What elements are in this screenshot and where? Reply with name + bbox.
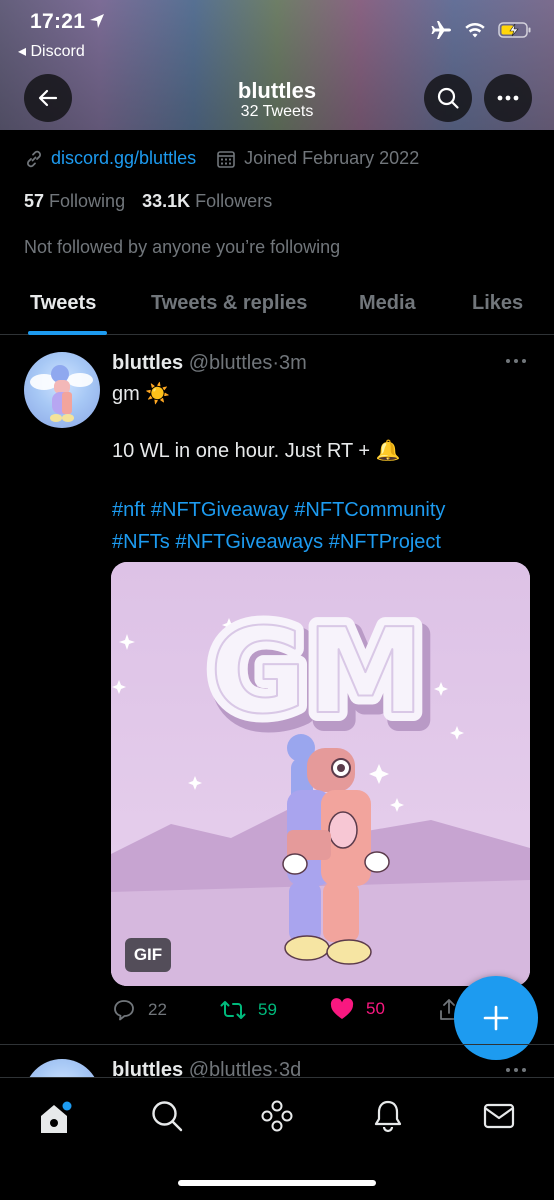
home-indicator[interactable]: [178, 1180, 376, 1186]
explore-search-icon[interactable]: [149, 1098, 185, 1134]
tweet-author-line: bluttles @bluttles·3m: [112, 352, 307, 375]
hashtags-line-1[interactable]: #nft #NFTGiveaway #NFTCommunity: [112, 494, 445, 526]
heart-filled-icon: [330, 998, 354, 1019]
battery-charging-icon: [498, 22, 531, 38]
tweet-2-preview[interactable]: bluttles @bluttles·3d: [0, 1045, 554, 1077]
back-to-discord-link[interactable]: ◂ Discord: [18, 41, 85, 61]
spaces-icon[interactable]: [259, 1098, 295, 1134]
retweet-button[interactable]: 59: [220, 998, 277, 1022]
home-icon[interactable]: [35, 1098, 75, 1138]
like-button[interactable]: 50: [330, 998, 385, 1020]
not-followed-notice: Not followed by anyone you’re following: [24, 237, 341, 257]
tweet-author-handle[interactable]: @bluttles: [189, 352, 273, 374]
gm-text-outline: GM: [210, 602, 424, 740]
notifications-bell-icon[interactable]: [370, 1098, 406, 1134]
reply-button[interactable]: 22: [112, 998, 167, 1022]
tab-media[interactable]: Media: [359, 292, 416, 315]
plus-icon: [483, 1005, 509, 1031]
more-horizontal-icon: [497, 95, 519, 101]
following-count: 57: [24, 191, 45, 211]
tweet-timestamp: 3m: [279, 352, 307, 374]
gif-badge: GIF: [125, 938, 171, 972]
location-arrow-icon: [90, 14, 104, 28]
profile-meta-row: discord.gg/bluttles Joined February 2022: [24, 148, 419, 169]
following-label: Following: [49, 191, 126, 211]
tweet-text-line-1: gm ☀️: [112, 383, 171, 405]
reply-icon: [114, 1000, 134, 1021]
messages-mail-icon[interactable]: [481, 1098, 517, 1134]
like-count: 50: [366, 999, 385, 1018]
profile-tabs: Tweets Tweets & replies Media Likes: [0, 278, 554, 335]
tweet-media-gif[interactable]: GM GM GM: [111, 562, 530, 986]
retweet-count: 59: [258, 1000, 277, 1019]
followers-link[interactable]: 33.1K Followers: [142, 191, 272, 211]
status-icons: [430, 20, 532, 40]
calendar-icon: [217, 150, 235, 168]
status-time: 17:21: [30, 10, 86, 33]
followers-count: 33.1K: [142, 191, 191, 211]
search-icon: [437, 87, 459, 109]
tweet-2-timestamp: 3d: [279, 1059, 302, 1077]
tweet-2-author-name[interactable]: bluttles: [112, 1059, 183, 1077]
retweet-icon: [220, 1001, 246, 1019]
avatar-character-icon: [30, 365, 93, 422]
profile-header: 17:21 ◂ Discord bluttles 32 Tweets: [0, 0, 554, 130]
tab-tweets-replies[interactable]: Tweets & replies: [151, 292, 307, 315]
link-icon: [27, 150, 41, 167]
tweet-author-name[interactable]: bluttles: [112, 352, 183, 374]
tweet-count: 32 Tweets: [240, 103, 314, 120]
follow-stats: 57 Following 33.1K Followers: [24, 191, 272, 212]
following-link[interactable]: 57 Following: [24, 191, 130, 211]
reply-count: 22: [148, 1000, 167, 1019]
joined-date: Joined February 2022: [244, 148, 420, 168]
followers-label: Followers: [195, 191, 273, 211]
wifi-icon: [465, 22, 485, 38]
tweet-2-avatar[interactable]: [24, 1059, 100, 1077]
tweet-author-avatar[interactable]: [24, 352, 100, 428]
tweet-hashtags: #nft #NFTGiveaway #NFTCommunity #NFTs #N…: [112, 494, 445, 558]
tab-tweets[interactable]: Tweets: [30, 292, 96, 315]
more-options-button[interactable]: [484, 74, 532, 122]
tweet-more-icon[interactable]: [505, 358, 527, 364]
tweet-2-more-icon[interactable]: [505, 1067, 527, 1073]
tweet-2-author-handle[interactable]: @bluttles: [189, 1059, 273, 1077]
profile-website-link[interactable]: discord.gg/bluttles: [51, 148, 196, 169]
tab-likes[interactable]: Likes: [472, 292, 523, 315]
gm-illustration: GM GM GM: [111, 562, 530, 986]
hashtags-line-2[interactable]: #NFTs #NFTGiveaways #NFTProject: [112, 526, 445, 558]
tweet-text-line-2: 10 WL in one hour. Just RT + 🔔: [112, 440, 401, 462]
search-button[interactable]: [424, 74, 472, 122]
airplane-icon: [431, 21, 451, 39]
tweet-2-author-line: bluttles @bluttles·3d: [112, 1059, 301, 1077]
active-tab-indicator: [28, 331, 107, 335]
